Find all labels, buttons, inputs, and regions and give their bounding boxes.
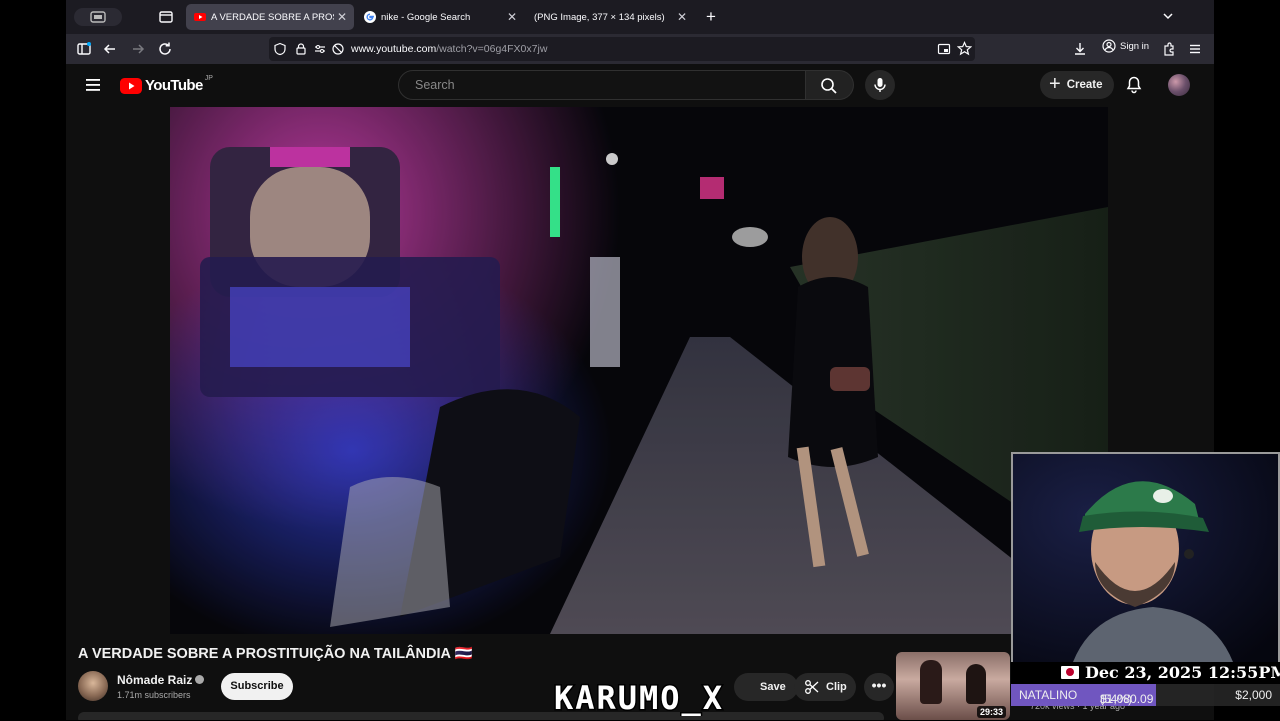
url-domain: www.youtube.com	[351, 43, 437, 55]
svg-text:KARUMO_X: KARUMO_X	[554, 680, 724, 716]
url-path: /watch?v=06g4FX0x7jw	[436, 43, 548, 55]
more-actions-button[interactable]: •••	[864, 673, 894, 701]
watermark: KARUMO_X	[531, 678, 748, 719]
sign-in-button[interactable]: Sign in	[1102, 39, 1149, 53]
chevron-down-icon[interactable]	[1162, 10, 1174, 22]
clip-label: Clip	[826, 681, 847, 693]
video-duration: 29:33	[976, 706, 1006, 718]
tab-title: nike - Google Search	[381, 11, 471, 23]
voice-search-button[interactable]	[865, 70, 895, 100]
subscribe-button[interactable]: Subscribe	[221, 673, 293, 700]
search-button[interactable]	[806, 70, 854, 100]
verified-check-icon	[195, 675, 205, 684]
create-button[interactable]: + Create	[1040, 71, 1114, 99]
goal-percent: (54%)	[1100, 692, 1133, 706]
close-icon[interactable]: ✕	[334, 10, 350, 24]
plus-icon: +	[1049, 72, 1061, 95]
tab-png-image[interactable]: (PNG Image, 377 × 134 pixels) ✕	[526, 4, 694, 30]
japan-flag-icon	[1061, 666, 1079, 679]
create-label: Create	[1066, 79, 1103, 91]
description-box[interactable]	[78, 712, 884, 720]
tab-google[interactable]: nike - Google Search ✕	[356, 4, 524, 30]
menu-icon[interactable]	[1187, 41, 1203, 57]
account-avatar[interactable]	[1168, 74, 1190, 96]
thumbnail-figure	[966, 664, 986, 704]
notifications-bell-icon[interactable]	[1126, 76, 1142, 94]
goal-target: $2,000	[1235, 688, 1272, 702]
sidebar-icon[interactable]	[76, 41, 92, 57]
watermark-logo: KARUMO_X	[552, 678, 724, 719]
back-arrow-icon[interactable]	[102, 41, 118, 57]
autoplay-blocked-icon[interactable]	[331, 42, 345, 56]
subscriber-count: 1.71m subscribers	[117, 690, 191, 700]
forward-arrow-icon[interactable]	[130, 41, 146, 57]
hamburger-menu-icon[interactable]	[85, 78, 101, 92]
channel-name-container[interactable]: Nômade Raiz	[117, 673, 205, 687]
tab-title: (PNG Image, 377 × 134 pixels)	[534, 11, 665, 23]
youtube-logo[interactable]: YouTube JP	[120, 75, 213, 94]
goal-name: NATALINO	[1019, 688, 1078, 702]
channel-name: Nômade Raiz	[117, 673, 193, 687]
microphone-icon	[874, 78, 886, 92]
url-bar[interactable]: www.youtube.com/watch?v=06g4FX0x7jw	[269, 37, 975, 61]
shield-icon[interactable]	[273, 42, 287, 56]
search-icon	[821, 78, 837, 94]
picture-in-picture-icon[interactable]	[937, 42, 951, 56]
video-player[interactable]	[170, 107, 1108, 634]
youtube-header: YouTube JP Search + Create	[66, 64, 1214, 106]
url-text[interactable]: www.youtube.com/watch?v=06g4FX0x7jw	[351, 43, 547, 55]
streamer-webcam	[1011, 452, 1280, 664]
channel-avatar[interactable]	[78, 671, 108, 701]
search-input[interactable]: Search	[398, 70, 806, 100]
logo-text: YouTube	[145, 77, 203, 94]
video-title: A VERDADE SOBRE A PROSTITUIÇÃO NA TAILÂN…	[78, 646, 473, 662]
close-icon[interactable]: ✕	[504, 10, 520, 24]
new-tab-button[interactable]: +	[706, 8, 716, 25]
close-icon[interactable]: ✕	[674, 10, 690, 24]
tab-groups-icon	[90, 11, 106, 23]
stream-ticker: Dec 23, 2025 12:55PM	[1011, 662, 1280, 684]
permissions-icon[interactable]	[313, 42, 327, 56]
firefox-view-icon[interactable]	[158, 9, 174, 25]
webcam-feed	[1013, 454, 1278, 662]
tab-groups-button[interactable]	[74, 8, 122, 26]
tab-title: A VERDADE SOBRE A PROSTITUIÇÃO NA TAILÂN…	[211, 11, 334, 23]
star-icon[interactable]	[957, 41, 972, 56]
youtube-icon	[194, 13, 206, 21]
sign-in-label: Sign in	[1120, 40, 1150, 52]
youtube-play-icon	[120, 77, 142, 94]
clip-button[interactable]: Clip	[794, 673, 856, 701]
download-icon[interactable]	[1072, 41, 1088, 57]
recommended-video-thumbnail[interactable]: 29:33	[896, 652, 1010, 720]
save-label: Save	[760, 681, 786, 693]
extensions-icon[interactable]	[1161, 41, 1177, 57]
navigation-bar: www.youtube.com/watch?v=06g4FX0x7jw Sign…	[66, 34, 1214, 64]
account-icon	[1102, 39, 1116, 53]
tab-youtube[interactable]: A VERDADE SOBRE A PROSTITUIÇÃO NA TAILÂN…	[186, 4, 354, 30]
video-frame-night-street	[170, 107, 1108, 634]
thumbnail-figure	[920, 660, 942, 704]
lock-icon[interactable]	[294, 42, 308, 56]
google-icon	[364, 11, 376, 23]
reload-icon[interactable]	[157, 41, 173, 57]
donation-goal-bar: NATALINO $1,080.09 (54%) $2,000	[1011, 684, 1280, 706]
region-code: JP	[204, 75, 213, 82]
scissors-icon	[805, 680, 819, 694]
tab-strip: A VERDADE SOBRE A PROSTITUIÇÃO NA TAILÂN…	[66, 0, 1214, 34]
stream-datetime: Dec 23, 2025 12:55PM	[1085, 663, 1280, 682]
